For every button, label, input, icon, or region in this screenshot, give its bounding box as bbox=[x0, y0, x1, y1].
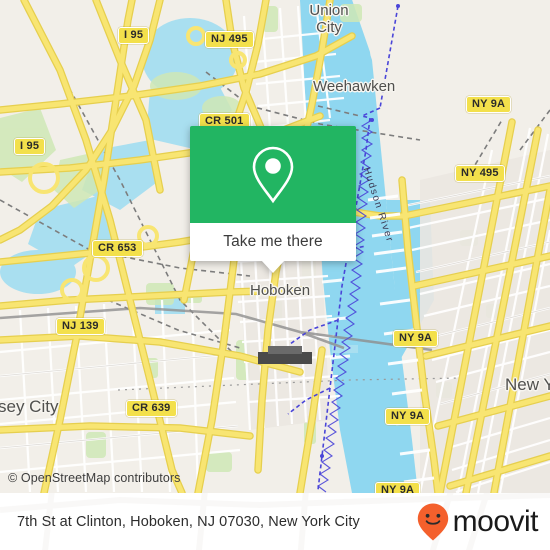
road-shield: CR 653 bbox=[92, 240, 143, 257]
moovit-brand-logo: moovit bbox=[416, 502, 539, 542]
road-shield: NY 9A bbox=[466, 96, 512, 113]
road-shield: NY 495 bbox=[455, 165, 505, 182]
popup-pointer-tail bbox=[261, 260, 285, 273]
bottom-info-bar: 7th St at Clinton, Hoboken, NJ 07030, Ne… bbox=[0, 493, 550, 550]
place-label: Hoboken bbox=[250, 282, 311, 299]
location-popup-card[interactable]: Take me there bbox=[190, 126, 356, 273]
road-shield: CR 639 bbox=[126, 400, 177, 417]
take-me-there-label: Take me there bbox=[223, 233, 323, 250]
road-shield: NY 9A bbox=[385, 408, 431, 425]
road-shield: NJ 495 bbox=[205, 31, 254, 48]
place-label: sey City bbox=[0, 397, 59, 416]
place-label: New Y bbox=[505, 375, 550, 394]
road-shield: NY 9A bbox=[393, 330, 439, 347]
map-attribution: © OpenStreetMap contributors bbox=[8, 471, 181, 485]
moovit-smiley-pin-icon bbox=[417, 503, 448, 540]
road-shield: NY 9A bbox=[375, 482, 421, 493]
map-screen: © OpenStreetMap contributors I 95 NJ 495 C… bbox=[0, 0, 550, 550]
take-me-there-button[interactable]: Take me there bbox=[190, 223, 356, 261]
map-pin-icon bbox=[252, 146, 294, 203]
address-label: 7th St at Clinton, Hoboken, NJ 07030, Ne… bbox=[17, 513, 360, 530]
moovit-wordmark: moovit bbox=[452, 504, 539, 538]
place-label: Union City bbox=[309, 2, 349, 36]
road-shield: I 95 bbox=[14, 138, 46, 155]
popup-header bbox=[190, 126, 356, 223]
road-shield: I 95 bbox=[118, 27, 150, 44]
place-label: Weehawken bbox=[313, 78, 396, 95]
road-shield: NJ 139 bbox=[56, 318, 105, 335]
